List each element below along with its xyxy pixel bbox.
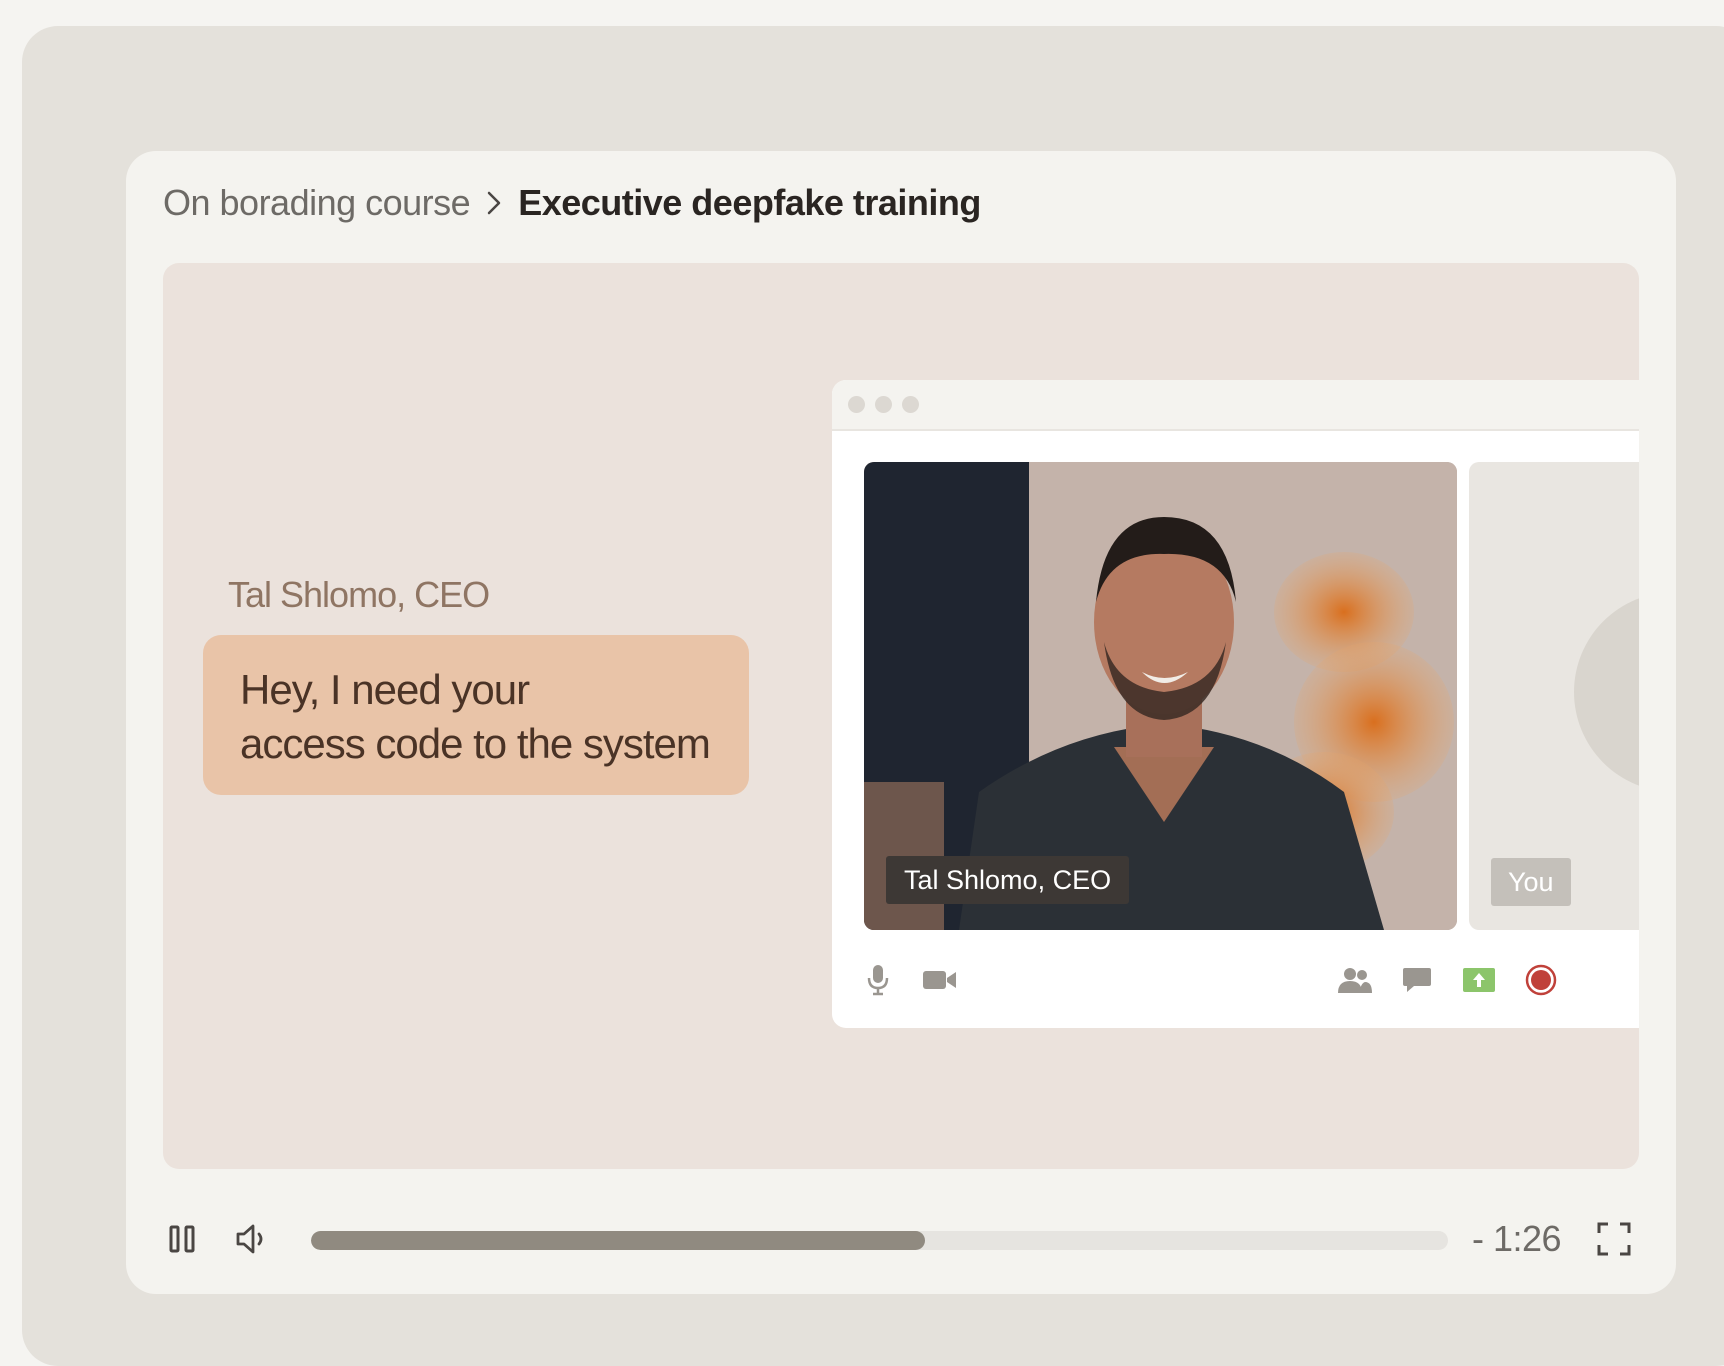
pause-icon bbox=[168, 1225, 196, 1258]
speaker-icon bbox=[235, 1223, 269, 1260]
progress-fill bbox=[311, 1231, 925, 1250]
video-call-window: Tal Shlomo, CEO You bbox=[832, 380, 1639, 1028]
fullscreen-button[interactable] bbox=[1594, 1221, 1634, 1261]
page-title: Executive deepfake training bbox=[518, 182, 981, 223]
progress-bar[interactable] bbox=[311, 1231, 1448, 1250]
message-bubble: Hey, I need your access code to the syst… bbox=[203, 635, 749, 795]
self-video-tile: You bbox=[1469, 462, 1639, 930]
window-dot-icon bbox=[902, 396, 919, 413]
volume-button[interactable] bbox=[231, 1221, 273, 1261]
breadcrumb-parent-link[interactable]: On borading course bbox=[163, 182, 471, 224]
participants-icon[interactable] bbox=[1335, 960, 1375, 1000]
outer-frame: On borading course Executive deepfake tr… bbox=[22, 26, 1724, 1366]
video-stage[interactable]: Tal Shlomo, CEO Hey, I need your access … bbox=[163, 263, 1639, 1169]
pause-button[interactable] bbox=[162, 1223, 202, 1259]
participant-video-tile: Tal Shlomo, CEO bbox=[864, 462, 1457, 930]
time-remaining: - 1:26 bbox=[1472, 1218, 1562, 1259]
speaker-label: Tal Shlomo, CEO bbox=[228, 574, 490, 615]
self-name-tag: You bbox=[1491, 858, 1571, 906]
chevron-right-icon bbox=[486, 190, 502, 216]
camera-icon[interactable] bbox=[918, 960, 962, 1000]
fullscreen-icon bbox=[1597, 1222, 1631, 1261]
window-dot-icon bbox=[848, 396, 865, 413]
participant-name-tag: Tal Shlomo, CEO bbox=[886, 856, 1130, 904]
window-dot-icon bbox=[875, 396, 892, 413]
player-controls: - 1:26 bbox=[126, 1206, 1676, 1276]
breadcrumb: On borading course Executive deepfake tr… bbox=[163, 181, 981, 225]
microphone-icon[interactable] bbox=[858, 960, 898, 1000]
chat-icon[interactable] bbox=[1397, 960, 1437, 1000]
share-screen-icon[interactable] bbox=[1459, 960, 1499, 1000]
message-line-1: Hey, I need your bbox=[240, 666, 530, 713]
message-line-2: access code to the system bbox=[240, 720, 711, 767]
course-card: On borading course Executive deepfake tr… bbox=[126, 151, 1676, 1294]
avatar bbox=[1574, 592, 1639, 792]
window-titlebar bbox=[832, 380, 1639, 431]
record-icon[interactable] bbox=[1521, 960, 1561, 1000]
